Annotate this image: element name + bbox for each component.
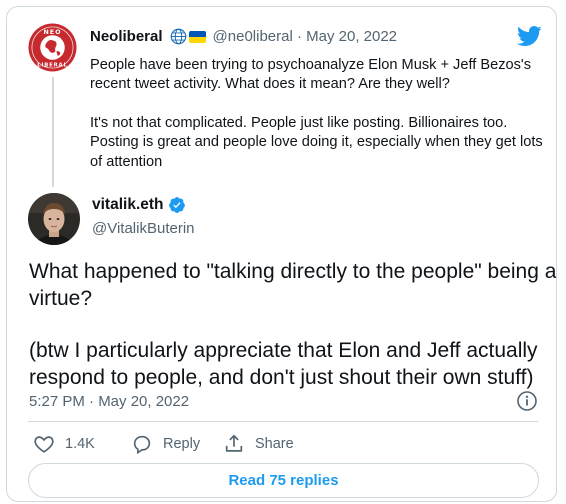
ukraine-flag-icon [188, 30, 206, 43]
globe-icon [170, 28, 186, 45]
parent-display-name[interactable]: Neoliberal [90, 28, 163, 45]
parent-tweet-header: Neoliberal @ne0liberal · May 20, 2022 [90, 28, 397, 45]
verified-badge-icon [168, 197, 185, 213]
share-icon [225, 434, 243, 452]
like-count: 1.4K [65, 436, 95, 452]
author-display-name[interactable]: vitalik.eth [92, 196, 164, 214]
parent-tweet-paragraph: People have been trying to psychoanalyze… [90, 57, 531, 93]
author-handle[interactable]: @VitalikButerin [92, 220, 195, 237]
reply-bubble-icon [133, 435, 151, 455]
share-button[interactable]: Share [223, 433, 294, 455]
reply-label: Reply [163, 436, 201, 452]
share-label: Share [255, 436, 294, 452]
heart-icon [34, 436, 54, 453]
tweet-paragraph: (btw I particularly appreciate that Elon… [29, 339, 538, 389]
svg-text:NEO: NEO [43, 28, 61, 36]
read-replies-button[interactable]: Read 75 replies [28, 463, 539, 498]
thread-connector-line [52, 77, 54, 187]
tweet-paragraph: What happened to "talking directly to th… [29, 260, 557, 310]
info-icon[interactable] [516, 390, 538, 412]
tweet-embed-card: NEO LIBERAL Neoliberal @ne0liberal · May… [6, 6, 557, 502]
author-name-row: vitalik.eth [92, 196, 186, 214]
parent-tweet-text: People have been trying to psychoanalyze… [90, 56, 550, 172]
actions-divider [28, 421, 538, 422]
parent-tweet-paragraph: It's not that complicated. People just l… [90, 114, 543, 170]
parent-handle-and-date[interactable]: @ne0liberal · May 20, 2022 [213, 28, 398, 45]
reply-button[interactable]: Reply [131, 433, 223, 455]
tweet-actions-bar: 1.4K Reply Share [33, 433, 294, 455]
like-button[interactable]: 1.4K [33, 433, 131, 455]
neoliberal-avatar[interactable]: NEO LIBERAL [28, 23, 77, 72]
author-avatar[interactable] [28, 193, 80, 245]
twitter-bird-icon[interactable] [514, 23, 544, 49]
tweet-timestamp[interactable]: 5:27 PM · May 20, 2022 [29, 393, 189, 410]
svg-text:LIBERAL: LIBERAL [37, 63, 67, 69]
tweet-text: What happened to "talking directly to th… [29, 259, 557, 391]
